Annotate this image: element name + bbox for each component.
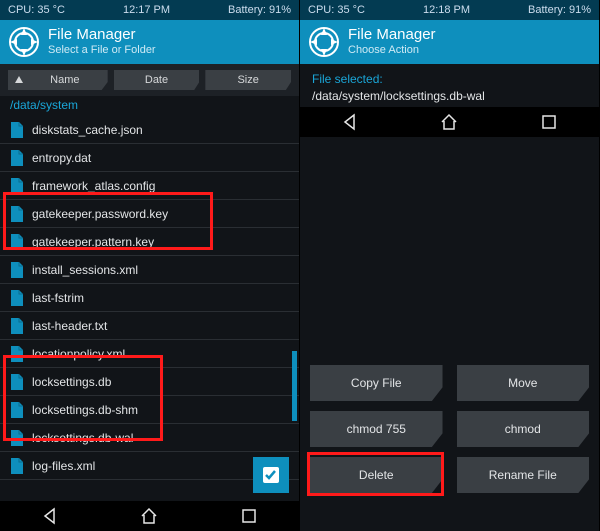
sort-row: Name Date Size <box>0 64 299 96</box>
check-icon <box>261 465 281 485</box>
file-name: gatekeeper.password.key <box>32 207 168 221</box>
file-icon <box>10 430 24 446</box>
recent-icon[interactable] <box>540 113 558 131</box>
rename-button[interactable]: Rename File <box>457 457 590 493</box>
move-button[interactable]: Move <box>457 365 590 401</box>
file-row[interactable]: install_sessions.xml <box>0 256 299 284</box>
file-row[interactable]: locksettings.db-wal <box>0 424 299 452</box>
status-battery: Battery: 91% <box>228 4 291 16</box>
file-name: gatekeeper.pattern.key <box>32 235 154 249</box>
file-row[interactable]: entropy.dat <box>0 144 299 172</box>
file-row[interactable]: locationpolicy.xml <box>0 340 299 368</box>
select-button[interactable] <box>253 457 289 493</box>
sort-date-button[interactable]: Date <box>114 70 200 90</box>
selected-file-info: File selected: /data/system/locksettings… <box>300 64 599 107</box>
recent-icon[interactable] <box>240 507 258 525</box>
action-grid: Copy File Move chmod 755 chmod Delete Re… <box>300 365 599 501</box>
selected-path: /data/system/locksettings.db-wal <box>312 89 587 103</box>
chmod755-label: chmod 755 <box>347 422 406 436</box>
status-cpu: CPU: 35 °C <box>308 4 365 16</box>
header-subtitle: Choose Action <box>348 44 436 57</box>
file-name: diskstats_cache.json <box>32 123 143 137</box>
file-name: locationpolicy.xml <box>32 347 125 361</box>
file-icon <box>10 290 24 306</box>
home-icon[interactable] <box>440 113 458 131</box>
file-icon <box>10 234 24 250</box>
rename-label: Rename File <box>489 468 557 482</box>
file-icon <box>10 262 24 278</box>
file-icon <box>10 206 24 222</box>
app-header: File Manager Choose Action <box>300 20 599 64</box>
status-bar: CPU: 35 °C 12:18 PM Battery: 91% <box>300 0 599 20</box>
screen-choose-action: CPU: 35 °C 12:18 PM Battery: 91% File Ma… <box>300 0 600 531</box>
file-row[interactable]: diskstats_cache.json <box>0 116 299 144</box>
delete-button[interactable]: Delete <box>310 457 443 493</box>
file-name: last-header.txt <box>32 319 107 333</box>
file-row[interactable]: last-fstrim <box>0 284 299 312</box>
file-icon <box>10 402 24 418</box>
sort-asc-icon <box>14 75 24 85</box>
nav-bar <box>0 501 299 531</box>
selected-label: File selected: <box>312 72 587 86</box>
file-name: log-files.xml <box>32 459 95 473</box>
file-row[interactable]: locksettings.db-shm <box>0 396 299 424</box>
file-name: last-fstrim <box>32 291 84 305</box>
file-row[interactable]: framework_atlas.config <box>0 172 299 200</box>
file-row[interactable]: locksettings.db <box>0 368 299 396</box>
file-name: locksettings.db <box>32 375 111 389</box>
sort-date-label: Date <box>145 74 168 86</box>
file-icon <box>10 122 24 138</box>
sort-name-button[interactable]: Name <box>8 70 108 90</box>
sort-name-label: Name <box>50 74 79 86</box>
sort-size-button[interactable]: Size <box>205 70 291 90</box>
chmod-button[interactable]: chmod <box>457 411 590 447</box>
file-icon <box>10 346 24 362</box>
header-subtitle: Select a File or Folder <box>48 44 156 57</box>
home-icon[interactable] <box>140 507 158 525</box>
file-name: locksettings.db-wal <box>32 431 133 445</box>
file-icon <box>10 458 24 474</box>
twrp-logo-icon <box>8 26 40 58</box>
chmod-label: chmod <box>505 422 541 436</box>
file-list[interactable]: diskstats_cache.json entropy.dat framewo… <box>0 116 299 501</box>
file-icon <box>10 150 24 166</box>
copy-file-button[interactable]: Copy File <box>310 365 443 401</box>
file-name: entropy.dat <box>32 151 91 165</box>
status-time: 12:18 PM <box>423 4 470 16</box>
current-path[interactable]: /data/system <box>0 96 299 116</box>
file-row[interactable]: gatekeeper.pattern.key <box>0 228 299 256</box>
status-cpu: CPU: 35 °C <box>8 4 65 16</box>
status-battery: Battery: 91% <box>528 4 591 16</box>
scrollbar[interactable] <box>292 351 297 421</box>
twrp-logo-icon <box>308 26 340 58</box>
delete-label: Delete <box>359 468 394 482</box>
file-name: locksettings.db-shm <box>32 403 138 417</box>
app-header: File Manager Select a File or Folder <box>0 20 299 64</box>
header-title: File Manager <box>48 26 156 44</box>
file-icon <box>10 318 24 334</box>
chmod755-button[interactable]: chmod 755 <box>310 411 443 447</box>
file-name: framework_atlas.config <box>32 179 155 193</box>
header-title: File Manager <box>348 26 436 44</box>
back-icon[interactable] <box>41 507 59 525</box>
status-bar: CPU: 35 °C 12:17 PM Battery: 91% <box>0 0 299 20</box>
status-time: 12:17 PM <box>123 4 170 16</box>
file-icon <box>10 374 24 390</box>
file-row[interactable]: last-header.txt <box>0 312 299 340</box>
file-icon <box>10 178 24 194</box>
nav-bar <box>300 107 599 137</box>
back-icon[interactable] <box>341 113 359 131</box>
sort-size-label: Size <box>237 74 258 86</box>
file-row[interactable]: gatekeeper.password.key <box>0 200 299 228</box>
file-name: install_sessions.xml <box>32 263 138 277</box>
move-label: Move <box>508 376 537 390</box>
screen-file-list: CPU: 35 °C 12:17 PM Battery: 91% File Ma… <box>0 0 300 531</box>
copy-label: Copy File <box>351 376 402 390</box>
